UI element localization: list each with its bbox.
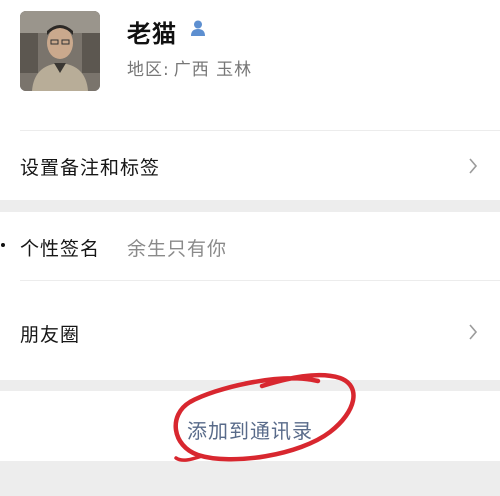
add-to-contacts-button[interactable]: 添加到通讯录 (0, 391, 500, 461)
region-info: 地区: 广西 玉林 (127, 55, 252, 80)
avatar-photo (20, 11, 100, 91)
signature-value: 余生只有你 (127, 238, 228, 260)
signature-label: 个性签名 (20, 238, 101, 260)
moments-row[interactable]: 朋友圈 (0, 281, 500, 380)
person-icon (191, 20, 205, 36)
avatar[interactable] (20, 11, 100, 91)
contact-name: 老猫 (127, 20, 177, 48)
moments-label: 朋友圈 (20, 324, 81, 346)
section-gap (0, 200, 500, 212)
signature-row: 个性签名 余生只有你 (0, 212, 500, 280)
region-value: 广西 玉林 (173, 60, 253, 80)
profile-header: 老猫 地区: 广西 玉林 (0, 0, 500, 130)
bullet-dot (1, 243, 5, 247)
remark-tags-label: 设置备注和标签 (20, 157, 161, 179)
add-to-contacts-label: 添加到通讯录 (187, 419, 313, 443)
chevron-right-icon (469, 324, 478, 340)
remark-tags-row[interactable]: 设置备注和标签 (0, 131, 500, 200)
bottom-area (0, 461, 500, 496)
region-label: 地区: (127, 60, 170, 80)
section-gap (0, 380, 500, 391)
chevron-right-icon (469, 158, 478, 174)
